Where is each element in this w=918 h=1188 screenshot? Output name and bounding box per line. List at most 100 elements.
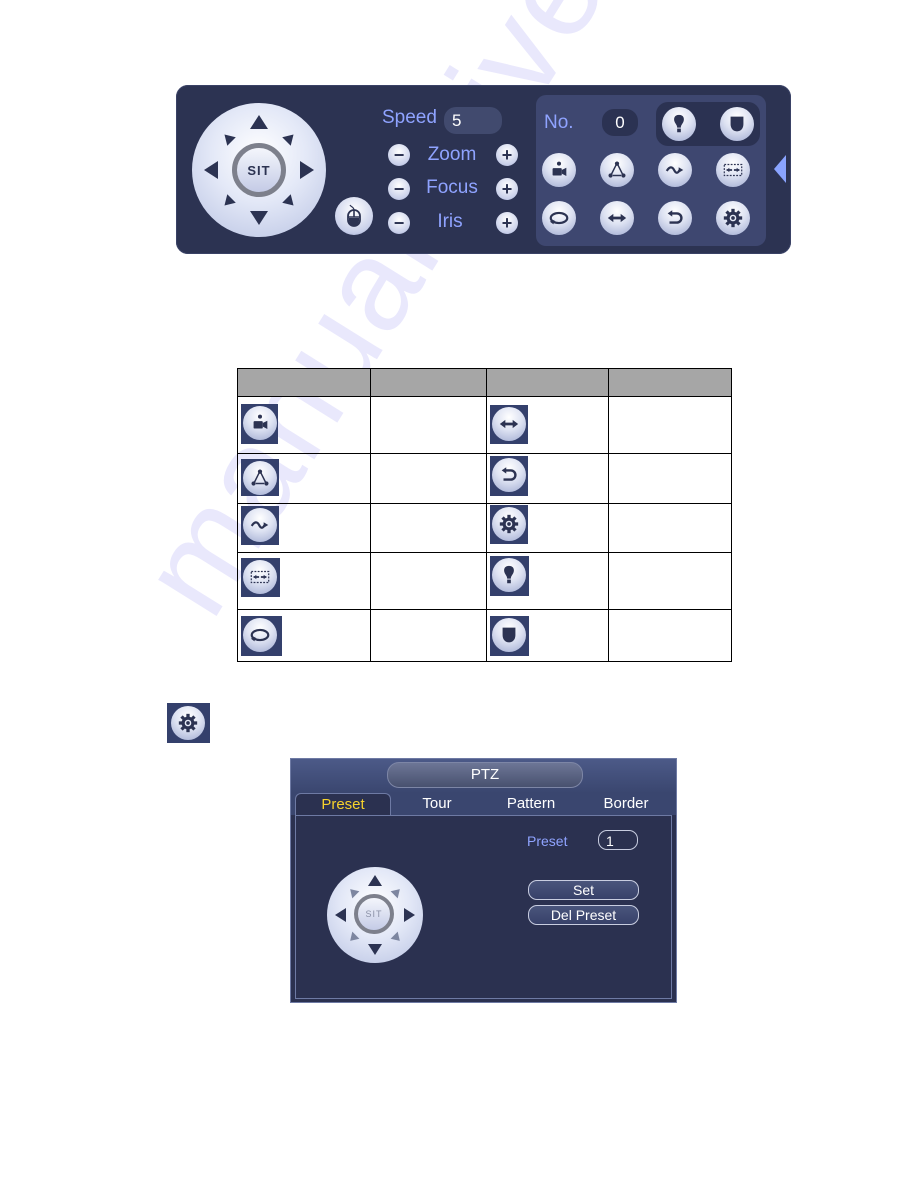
- pan-up-button[interactable]: [250, 115, 268, 129]
- pan-icon: [606, 207, 628, 229]
- settings-button[interactable]: [716, 201, 750, 235]
- wiper-icon: [498, 624, 520, 646]
- pan-down-left-button[interactable]: [346, 931, 360, 945]
- collapse-arrow-button[interactable]: [774, 155, 786, 183]
- sit-button[interactable]: SIT: [354, 894, 394, 934]
- tour-icon: [606, 159, 628, 181]
- direction-pad: SIT: [192, 103, 326, 237]
- preset-icon: [548, 159, 570, 181]
- zoom-plus-button[interactable]: +: [496, 144, 518, 166]
- pan-left-button[interactable]: [335, 908, 346, 922]
- table-row: [237, 453, 732, 504]
- speed-label: Speed: [382, 107, 437, 128]
- pan-right-button[interactable]: [404, 908, 415, 922]
- table-row: [237, 396, 732, 454]
- icon-table: [237, 368, 732, 662]
- focus-plus-button[interactable]: +: [496, 178, 518, 200]
- rotate-icon: [249, 624, 271, 646]
- del-preset-button[interactable]: Del Preset: [528, 905, 639, 925]
- no-label: No.: [544, 112, 574, 133]
- table-cell: [237, 396, 371, 454]
- table-cell: [370, 396, 487, 454]
- table-header: [370, 368, 487, 397]
- ptz-control-bar: SIT Speed 5 − Zoom + − Focus + − Iris + …: [176, 85, 791, 254]
- no-field[interactable]: 0: [602, 109, 638, 136]
- function-panel: No. 0: [536, 95, 766, 246]
- scan-icon: [722, 159, 744, 181]
- preset-button[interactable]: [542, 153, 576, 187]
- table-cell: [608, 453, 732, 504]
- pan-down-button[interactable]: [250, 211, 268, 225]
- tab-tour[interactable]: Tour: [391, 793, 483, 815]
- focus-minus-button[interactable]: −: [388, 178, 410, 200]
- table-cell: [237, 503, 371, 553]
- flip-icon: [664, 207, 686, 229]
- speed-field[interactable]: 5: [444, 107, 502, 134]
- table-cell: [237, 609, 371, 662]
- pattern-button[interactable]: [658, 153, 692, 187]
- zoom-minus-button[interactable]: −: [388, 144, 410, 166]
- zoom-label: Zoom: [427, 144, 477, 165]
- tour-button[interactable]: [600, 153, 634, 187]
- pan-button[interactable]: [600, 201, 634, 235]
- scan-button[interactable]: [716, 153, 750, 187]
- table-cell: [370, 453, 487, 504]
- flip-button[interactable]: [658, 201, 692, 235]
- preset-icon: [249, 412, 271, 434]
- table-header-row: [237, 368, 732, 397]
- wiper-icon: [726, 113, 748, 135]
- iris-minus-button[interactable]: −: [388, 212, 410, 234]
- table-row: [237, 503, 732, 553]
- pan-up-right-button[interactable]: [390, 885, 404, 899]
- mouse-mode-button[interactable]: [335, 197, 373, 235]
- rotate-icon: [548, 207, 570, 229]
- iris-plus-button[interactable]: +: [496, 212, 518, 234]
- light-icon: [668, 113, 690, 135]
- dialog-direction-pad: SIT: [327, 867, 423, 963]
- settings-icon: [177, 712, 199, 734]
- table-cell: [608, 503, 732, 553]
- tab-pattern[interactable]: Pattern: [483, 793, 579, 815]
- table-cell: [237, 453, 371, 504]
- pan-left-button[interactable]: [204, 161, 218, 179]
- table-cell: [608, 552, 732, 610]
- table-header: [486, 368, 609, 397]
- preset-label: Preset: [527, 833, 568, 849]
- light-button[interactable]: [662, 107, 696, 141]
- pan-down-left-button[interactable]: [220, 194, 236, 210]
- table-cell: [370, 503, 487, 553]
- table-row: [237, 609, 732, 662]
- aux-group: [656, 102, 760, 146]
- tab-preset[interactable]: Preset: [295, 793, 391, 815]
- ptz-dialog: PTZ Preset Tour Pattern Border SIT Prese…: [290, 758, 677, 1003]
- iris-label: Iris: [437, 211, 463, 232]
- settings-icon: [498, 513, 520, 535]
- pan-up-left-button[interactable]: [346, 885, 360, 899]
- table-cell: [370, 552, 487, 610]
- table-cell: [486, 396, 609, 454]
- pan-down-right-button[interactable]: [282, 194, 298, 210]
- preset-field[interactable]: 1: [598, 830, 638, 850]
- scan-icon: [249, 566, 271, 588]
- table-cell: [608, 609, 732, 662]
- pan-right-button[interactable]: [300, 161, 314, 179]
- table-row: [237, 552, 732, 610]
- pattern-icon: [664, 159, 686, 181]
- dialog-header: PTZ: [291, 759, 676, 793]
- focus-label: Focus: [426, 177, 478, 198]
- table-cell: [608, 396, 732, 454]
- pan-down-button[interactable]: [368, 944, 382, 955]
- settings-icon: [722, 207, 744, 229]
- table-header: [237, 368, 371, 397]
- tab-border[interactable]: Border: [579, 793, 673, 815]
- flip-icon: [498, 464, 520, 486]
- pan-down-right-button[interactable]: [390, 931, 404, 945]
- set-button[interactable]: Set: [528, 880, 639, 900]
- pan-up-button[interactable]: [368, 875, 382, 886]
- rotate-button[interactable]: [542, 201, 576, 235]
- pan-up-left-button[interactable]: [220, 130, 236, 146]
- sit-button[interactable]: SIT: [232, 143, 286, 197]
- wiper-button[interactable]: [720, 107, 754, 141]
- mouse-icon: [342, 204, 366, 228]
- pan-up-right-button[interactable]: [282, 130, 298, 146]
